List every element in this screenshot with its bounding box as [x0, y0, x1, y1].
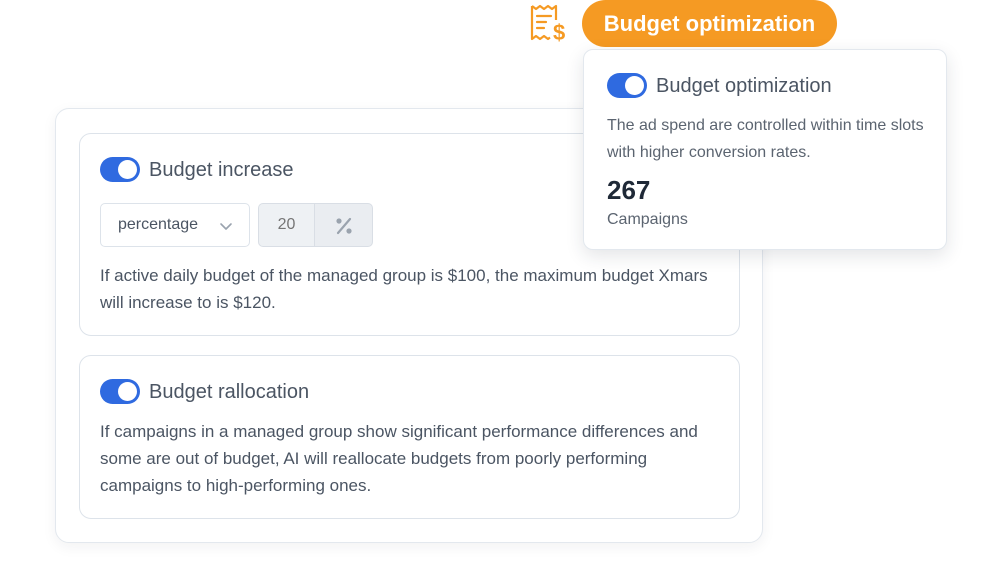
toggle-knob: [118, 382, 137, 401]
budget-optimization-popover: Budget optimization The ad spend are con…: [583, 49, 947, 250]
campaign-count: 267: [607, 175, 651, 205]
receipt-dollar-icon: $: [530, 4, 565, 45]
budget-increase-title: Budget increase: [149, 159, 294, 181]
increase-amount-input[interactable]: [258, 203, 314, 247]
toggle-knob: [118, 160, 137, 179]
budget-optimization-badge: Budget optimization: [582, 0, 837, 47]
svg-text:$: $: [553, 20, 565, 45]
popover-title: Budget optimization: [656, 75, 832, 97]
percent-icon: [336, 217, 352, 235]
increase-mode-select[interactable]: percentage: [100, 203, 250, 247]
budget-reallocation-toggle[interactable]: [100, 379, 140, 404]
toggle-knob: [625, 76, 644, 95]
budget-reallocation-section: Budget rallocation If campaigns in a man…: [79, 355, 740, 519]
campaign-count-label: Campaigns: [607, 211, 688, 228]
chevron-down-icon: [220, 223, 232, 230]
budget-optimization-toggle[interactable]: [607, 73, 647, 98]
percent-addon: [314, 203, 373, 247]
popover-description: The ad spend are controlled within time …: [607, 117, 924, 161]
budget-reallocation-title: Budget rallocation: [149, 381, 310, 403]
budget-increase-toggle[interactable]: [100, 157, 140, 182]
budget-reallocation-description: If campaigns in a managed group show sig…: [100, 422, 698, 495]
budget-increase-description: If active daily budget of the managed gr…: [100, 266, 708, 312]
increase-mode-value: percentage: [118, 216, 199, 233]
